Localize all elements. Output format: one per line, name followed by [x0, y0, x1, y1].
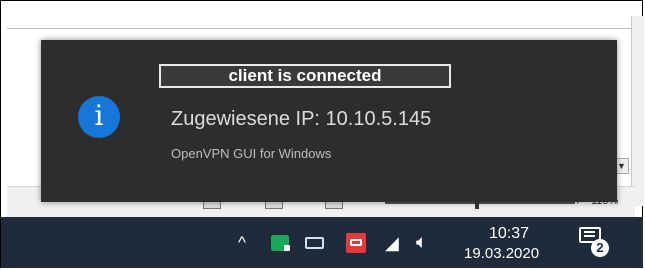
windows-taskbar: ^ ◢ 🔈︎ 10:37 19.03.2020 2: [1, 217, 643, 268]
volume-icon[interactable]: 🔈︎: [416, 232, 427, 254]
chevron-up-icon[interactable]: ^: [238, 233, 246, 253]
app-scrollbar[interactable]: [631, 16, 644, 206]
notification-count-badge: 2: [591, 239, 609, 257]
zoom-slider[interactable]: [385, 202, 575, 204]
green-app-badge: [284, 245, 290, 251]
clock-time[interactable]: 10:37: [479, 225, 539, 243]
wifi-icon[interactable]: ◢: [385, 233, 399, 254]
info-icon: i: [78, 96, 120, 138]
wallet-icon[interactable]: [305, 237, 324, 249]
action-center-icon[interactable]: 2: [579, 227, 609, 257]
notification-source: OpenVPN GUI for Windows: [171, 146, 332, 161]
vpn-notification-toast[interactable]: i client is connected Zugewiesene IP: 10…: [41, 40, 617, 202]
notification-line: [584, 231, 595, 233]
assigned-ip-text: Zugewiesene IP: 10.10.5.145: [171, 108, 432, 130]
app-top-bar: [7, 6, 632, 29]
notification-title: client is connected: [159, 64, 451, 88]
red-app-glyph: [350, 239, 362, 246]
clock-date[interactable]: 19.03.2020: [464, 245, 539, 262]
notification-line: [584, 235, 595, 237]
